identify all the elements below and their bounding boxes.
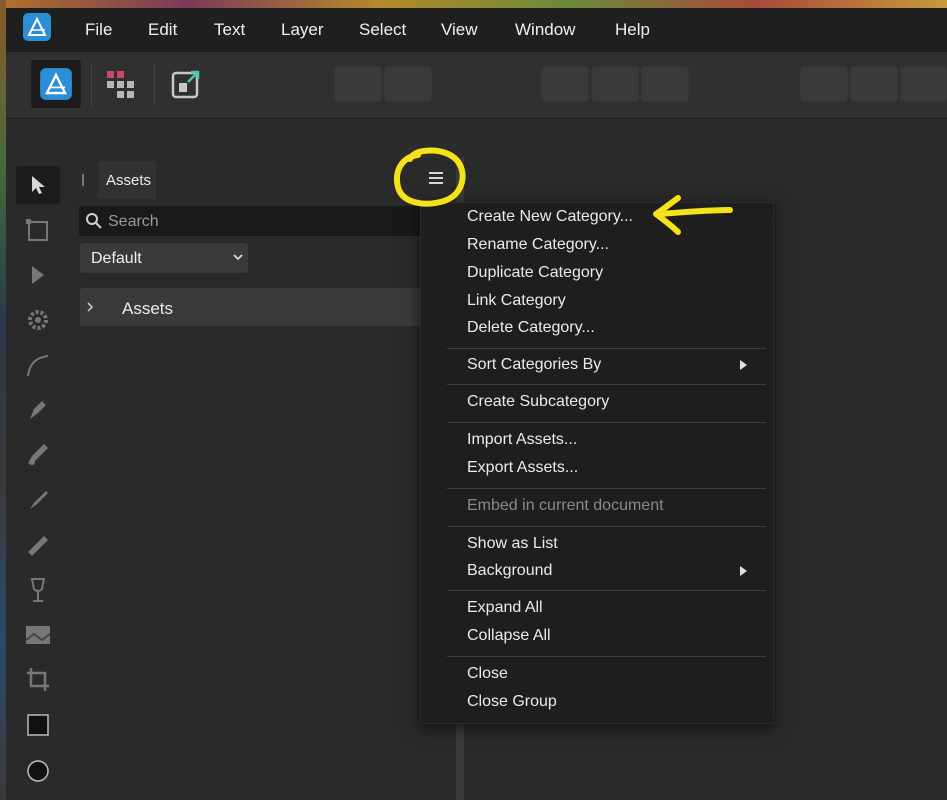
chevron-down-icon [233,254,243,261]
context-toolbar [6,118,947,158]
menu-item-embed-in-current-document: Embed in current document [467,497,664,514]
menu-item-show-as-list[interactable]: Show as List [467,535,558,553]
menu-item-expand-all[interactable]: Expand All [467,599,543,617]
menu-separator [447,656,766,657]
pencil-tool-icon[interactable] [22,440,54,470]
image-tool-icon[interactable] [22,620,54,650]
ellipse-tool-icon[interactable] [22,755,54,785]
menu-select[interactable]: Select [359,20,406,40]
menu-separator [447,384,766,385]
submenu-arrow-icon [740,360,747,370]
search-icon [86,213,102,229]
tab-assets-label: Assets [106,172,152,189]
menu-item-collapse-all[interactable]: Collapse All [467,627,551,645]
paint-brush-icon[interactable] [22,530,54,560]
fill-tool-icon[interactable] [22,575,54,605]
designer-persona-icon [40,68,72,100]
desktop-wallpaper-strip [0,0,947,8]
align-button-2[interactable] [591,66,639,102]
artboard-tool-icon[interactable] [22,216,54,246]
boolean-button-2[interactable] [384,66,432,102]
export-persona-icon[interactable] [170,68,204,102]
rectangle-tool-icon[interactable] [22,710,54,740]
align-button-3[interactable] [641,66,689,102]
pen-tool-icon[interactable] [22,395,54,425]
corner-tool-icon[interactable] [22,350,54,380]
move-tool[interactable] [16,166,60,204]
menu-separator [447,422,766,423]
menu-separator [447,590,766,591]
panel-grip-handle[interactable] [82,174,84,186]
tab-assets[interactable]: Assets [98,161,156,199]
pointer-arrow-icon [32,176,45,194]
category-row-label: Assets [122,299,174,318]
tools-panel [6,158,72,800]
toolbar-divider [91,64,92,106]
menu-item-create-new-category[interactable]: Create New Category... [467,208,633,226]
menu-item-background[interactable]: Background [467,562,552,580]
highlight-arrow-annotation [653,195,733,235]
menu-help[interactable]: Help [615,20,650,40]
menu-file[interactable]: File [85,20,112,40]
menu-window[interactable]: Window [515,20,575,40]
menu-edit[interactable]: Edit [148,20,177,40]
menu-item-rename-category[interactable]: Rename Category... [467,236,609,254]
menu-view[interactable]: View [441,20,478,40]
canvas-area [774,158,947,800]
menu-separator [447,348,766,349]
menu-item-export-assets[interactable]: Export Assets... [467,459,578,477]
arrange-button-2[interactable] [850,66,898,102]
menu-separator [447,488,766,489]
arrange-button-3[interactable] [900,66,947,102]
menu-item-create-subcategory[interactable]: Create Subcategory [467,393,609,411]
submenu-arrow-icon [740,566,747,576]
brush-tool-icon[interactable] [22,485,54,515]
category-dropdown-value: Default [91,250,142,267]
menu-text[interactable]: Text [214,20,245,40]
menu-item-delete-category[interactable]: Delete Category... [467,319,595,337]
menu-item-close-group[interactable]: Close Group [467,693,557,711]
menu-item-link-category[interactable]: Link Category [467,292,566,310]
node-tool-icon[interactable] [22,260,54,290]
menu-layer[interactable]: Layer [281,20,324,40]
menu-item-sort-categories-by[interactable]: Sort Categories By [467,356,601,374]
menu-item-import-assets[interactable]: Import Assets... [467,431,577,449]
boolean-button-1[interactable] [334,66,382,102]
menu-separator [447,526,766,527]
menu-item-close[interactable]: Close [467,665,508,683]
toolbar-divider [154,64,155,106]
align-button-1[interactable] [541,66,589,102]
designer-persona-button[interactable] [31,60,81,108]
affinity-logo-icon[interactable] [22,12,52,42]
gear-icon[interactable] [22,305,54,335]
crop-tool-icon[interactable] [22,665,54,695]
pixel-persona-icon[interactable] [104,68,138,102]
highlight-circle-annotation [394,147,466,207]
menu-item-duplicate-category[interactable]: Duplicate Category [467,264,603,282]
search-placeholder: Search [108,213,159,230]
arrange-button-1[interactable] [800,66,848,102]
chevron-right-icon[interactable] [85,301,95,313]
